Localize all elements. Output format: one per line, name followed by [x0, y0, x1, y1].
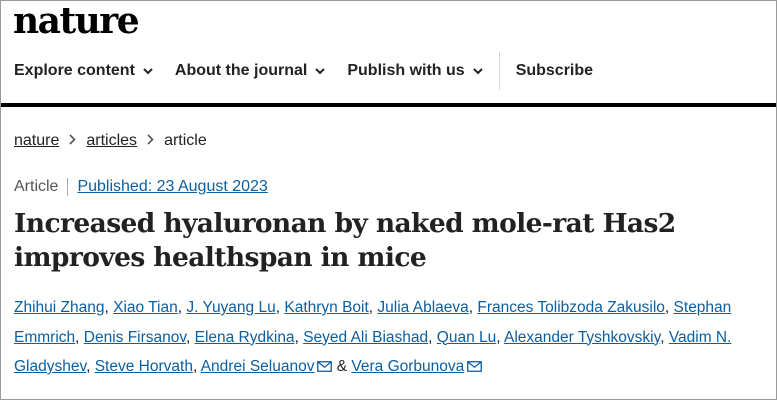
nav-about-the-journal[interactable]: About the journal: [174, 62, 326, 80]
author-link[interactable]: Xiao Tian: [113, 299, 178, 316]
mail-icon[interactable]: [467, 361, 483, 372]
author-link[interactable]: Denis Firsanov: [84, 329, 186, 346]
site-header: nature: [1, 1, 776, 39]
nav-publish-with-us[interactable]: Publish with us: [347, 62, 483, 80]
article-title: Increased hyaluronan by naked mole-rat H…: [14, 208, 676, 273]
author-link[interactable]: Alexander Tyshkovskiy: [504, 329, 660, 346]
author-separator: ,: [185, 328, 195, 346]
subscribe-link[interactable]: Subscribe: [516, 62, 593, 80]
author-separator: ,: [428, 328, 437, 346]
author-link[interactable]: Quan Lu: [437, 329, 496, 346]
chevron-right-icon: [69, 132, 77, 150]
author-link[interactable]: Zhihui Zhang: [14, 299, 104, 316]
breadcrumb: nature articles article: [14, 131, 776, 151]
author-link[interactable]: Julia Ablaeva: [377, 299, 468, 316]
nav-divider: [498, 52, 500, 90]
author-link[interactable]: Kathryn Boit: [284, 299, 368, 316]
breadcrumb-current: article: [164, 132, 207, 149]
author-separator: ,: [496, 328, 504, 346]
author-link[interactable]: Frances Tolibzoda Zakusilo: [477, 299, 665, 316]
breadcrumb-nature[interactable]: nature: [14, 132, 59, 150]
nav-item-label: Explore content: [14, 62, 135, 79]
author-separator: ,: [75, 328, 84, 346]
published-date-link[interactable]: Published: 23 August 2023: [77, 178, 267, 196]
chevron-down-icon: [143, 67, 153, 75]
author-link[interactable]: Seyed Ali Biashad: [303, 329, 428, 346]
author-separator: ,: [86, 358, 95, 375]
nav-explore-content[interactable]: Explore content: [14, 62, 153, 80]
author-separator: ,: [664, 299, 674, 316]
author-list: Zhihui Zhang, Xiao Tian, J. Yuyang Lu, K…: [14, 293, 766, 382]
article-type: Article: [14, 178, 59, 195]
main-nav: Explore content About the journal Publis…: [1, 39, 776, 107]
author-link[interactable]: Andrei Seluanov: [201, 358, 315, 375]
author-link[interactable]: Steve Horvath: [95, 358, 193, 375]
breadcrumb-articles[interactable]: articles: [86, 132, 137, 150]
article-meta: Article Published: 23 August 2023: [14, 177, 776, 197]
author-separator: ,: [294, 328, 304, 346]
author-link[interactable]: J. Yuyang Lu: [186, 299, 275, 316]
nav-item-label: Publish with us: [347, 62, 465, 79]
nav-item-label: About the journal: [174, 62, 308, 79]
meta-divider: [67, 178, 69, 196]
author-separator: ,: [104, 299, 114, 316]
author-separator: ,: [192, 358, 201, 375]
author-separator: ,: [660, 328, 669, 346]
chevron-down-icon: [472, 67, 483, 75]
author-link[interactable]: Elena Rydkina: [195, 329, 295, 346]
chevron-right-icon: [147, 132, 154, 150]
mail-icon[interactable]: [317, 361, 333, 372]
author-link[interactable]: Vera Gorbunova: [351, 358, 464, 375]
nature-logo[interactable]: nature: [13, 3, 140, 39]
chevron-down-icon: [315, 67, 326, 75]
author-final-separator: &: [332, 358, 352, 375]
page-frame: nature Explore content About the journal…: [0, 0, 777, 400]
